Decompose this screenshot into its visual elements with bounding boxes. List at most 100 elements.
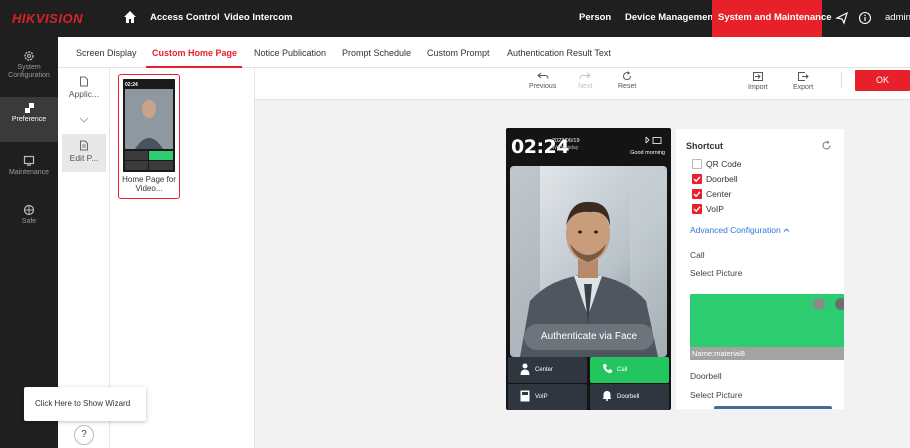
doorbell-section-label: Doorbell xyxy=(690,371,722,381)
top-bar: HIKVISION Access Control Video Intercom … xyxy=(0,0,910,37)
status-icons xyxy=(645,136,662,144)
device-voip-label: VoIP xyxy=(535,394,548,400)
shortcut-config-panel: Shortcut QR Code Doorbell Center VoIP Ad… xyxy=(676,129,844,409)
export-label: Export xyxy=(793,84,814,91)
page-icon xyxy=(80,140,88,151)
nav-device-management[interactable]: Device Management xyxy=(625,12,716,23)
device-center-label: Center xyxy=(535,367,554,373)
device-doorbell-button[interactable]: Doorbell xyxy=(590,384,669,410)
toolbar-divider xyxy=(841,72,842,88)
page-thumbnail-preview: 02:24 xyxy=(123,79,175,172)
redo-icon xyxy=(579,72,591,79)
nav-access-control[interactable]: Access Control xyxy=(150,12,220,23)
person-icon xyxy=(520,363,530,375)
page-thumbnail-label: Home Page for Video... xyxy=(122,175,176,193)
svg-text:02:24: 02:24 xyxy=(125,82,138,88)
nav-person[interactable]: Person xyxy=(579,12,611,23)
advanced-configuration-label: Advanced Configuration xyxy=(690,225,781,235)
checkbox-qr-code[interactable]: QR Code xyxy=(692,159,741,169)
material-preview[interactable]: Name:material8 xyxy=(690,294,844,360)
voip-icon xyxy=(520,390,530,402)
advanced-configuration-link[interactable]: Advanced Configuration xyxy=(690,225,790,235)
editor-toolbar: Previous Next Reset Import Export OK xyxy=(255,68,910,100)
thumbnail-preview-image: 02:24 xyxy=(123,79,175,172)
checkbox-box xyxy=(692,174,702,184)
nav-system-maintenance[interactable]: System and Maintenance xyxy=(718,12,832,23)
device-call-label: Call xyxy=(617,367,628,373)
tab-prompt-schedule[interactable]: Prompt Schedule xyxy=(342,48,411,58)
user-name[interactable]: admin xyxy=(885,12,910,23)
document-icon xyxy=(80,76,88,87)
next-button[interactable]: Next xyxy=(578,71,592,90)
checkbox-box xyxy=(692,159,702,169)
reset-button[interactable]: Reset xyxy=(618,71,636,90)
brush-icon xyxy=(25,103,34,113)
app-item-applications[interactable]: Applic... xyxy=(62,76,106,110)
sidebar-item-safe[interactable]: Safe xyxy=(0,199,58,244)
nav-video-intercom[interactable]: Video Intercom xyxy=(224,12,292,23)
device-preview: 02:24 2022/06/19 Wednesday Good morning xyxy=(506,128,671,410)
device-date: 2022/06/19 xyxy=(552,138,580,144)
chevron-down-icon[interactable] xyxy=(78,116,90,124)
device-greeting: Good morning xyxy=(630,150,665,156)
sidebar-item-preference[interactable]: Preference xyxy=(0,97,58,142)
page-thumbnail-card[interactable]: 02:24 Home Page for Video... xyxy=(118,74,180,199)
device-voip-button[interactable]: VoIP xyxy=(508,384,587,410)
sidebar-item-label: Preference xyxy=(11,116,47,123)
reset-label: Reset xyxy=(618,83,637,90)
checkbox-box xyxy=(692,204,702,214)
sidebar-item-maintenance[interactable]: Maintenance xyxy=(0,150,58,195)
panel-title: Shortcut xyxy=(686,141,723,151)
checkbox-center[interactable]: Center xyxy=(692,189,732,199)
import-button[interactable]: Import xyxy=(748,71,768,91)
tab-notice-publication[interactable]: Notice Publication xyxy=(254,48,326,58)
help-button[interactable]: ? xyxy=(74,425,94,445)
material-name: Name:material8 xyxy=(690,347,844,360)
select-picture-label: Select Picture xyxy=(690,268,743,278)
import-label: Import xyxy=(748,84,768,91)
device-doorbell-label: Doorbell xyxy=(617,394,640,400)
logo-text: HIKVISION xyxy=(12,11,83,26)
authenticate-via-face-label: Authenticate via Face xyxy=(524,324,654,350)
call-section-label: Call xyxy=(690,250,705,260)
checkbox-voip[interactable]: VoIP xyxy=(692,204,724,214)
tab-custom-prompt[interactable]: Custom Prompt xyxy=(427,48,490,58)
show-wizard-tooltip[interactable]: Click Here to Show Wizard xyxy=(24,387,146,421)
export-icon xyxy=(798,72,809,81)
sidebar-item-label: Maintenance xyxy=(8,169,50,176)
gear-icon xyxy=(24,51,34,61)
tab-bar: Screen Display Custom Home Page Notice P… xyxy=(58,37,910,68)
app-item-label: Edit P... xyxy=(69,153,99,163)
tab-authentication-result-text[interactable]: Authentication Result Text xyxy=(507,48,611,58)
device-call-button[interactable]: Call xyxy=(590,357,669,383)
info-icon[interactable] xyxy=(858,11,872,25)
bell-icon xyxy=(602,391,612,401)
home-icon[interactable] xyxy=(122,9,138,25)
previous-button[interactable]: Previous xyxy=(529,71,556,90)
checkbox-label: Center xyxy=(706,189,732,199)
undo-icon xyxy=(536,72,549,79)
device-center-button[interactable]: Center xyxy=(508,357,587,383)
refresh-icon[interactable] xyxy=(821,140,832,151)
chevron-up-icon xyxy=(783,228,790,232)
checkbox-doorbell[interactable]: Doorbell xyxy=(692,174,738,184)
delete-icon[interactable] xyxy=(835,298,844,310)
doorbell-material-preview[interactable] xyxy=(714,406,832,409)
export-button[interactable]: Export xyxy=(793,71,813,91)
refresh-icon xyxy=(623,71,632,81)
app-item-label: Applic... xyxy=(68,89,100,99)
sidebar-item-system-configuration[interactable]: System Configuration xyxy=(0,45,58,90)
select-picture-label-2: Select Picture xyxy=(690,390,743,400)
tab-custom-home-page[interactable]: Custom Home Page xyxy=(152,48,237,58)
logo: HIKVISION xyxy=(12,11,83,26)
checkbox-label: VoIP xyxy=(706,204,724,214)
replace-icon[interactable] xyxy=(813,298,825,310)
next-label: Next xyxy=(578,83,593,90)
app-item-edit-page[interactable]: Edit P... xyxy=(62,134,106,172)
send-icon[interactable] xyxy=(835,11,849,25)
checkbox-label: Doorbell xyxy=(706,174,738,184)
ok-button[interactable]: OK xyxy=(855,70,910,91)
device-weekday: Wednesday xyxy=(552,145,579,151)
tab-screen-display[interactable]: Screen Display xyxy=(76,48,137,58)
shield-icon xyxy=(23,204,35,216)
